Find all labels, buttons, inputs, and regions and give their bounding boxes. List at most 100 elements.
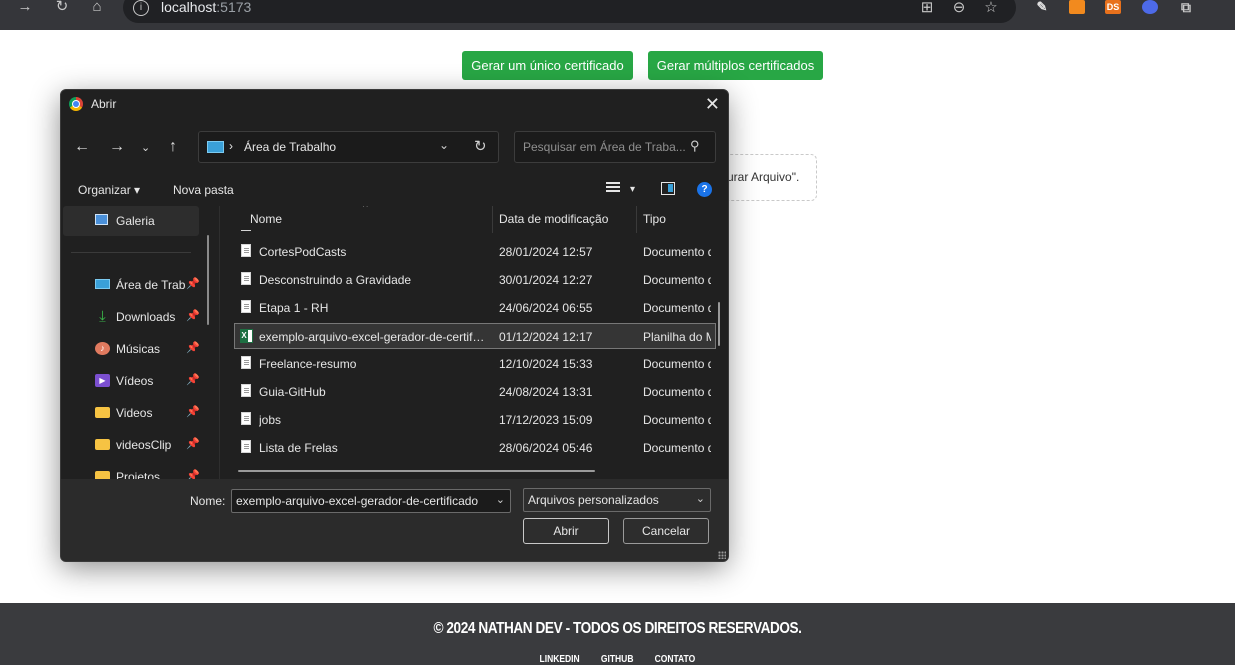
document-icon <box>241 272 251 285</box>
help-icon[interactable]: ? <box>697 182 712 197</box>
home-icon[interactable]: ⌂ <box>86 0 108 14</box>
sidebar-item-downloads[interactable]: ⤓ Downloads 📌 <box>63 302 200 332</box>
sidebar-item-label: Vídeos <box>116 374 154 388</box>
filename-label: Nome: <box>190 494 226 508</box>
document-icon <box>241 412 251 425</box>
reload-icon[interactable]: ↻ <box>51 0 73 14</box>
url-text[interactable]: localhost:5173 <box>161 0 251 15</box>
extensions-puzzle-icon[interactable]: ⧉ <box>1178 0 1194 14</box>
sidebar-item-projetos[interactable]: Projetos 📌 <box>63 462 200 479</box>
address-bar[interactable]: i localhost:5173 ⊞ ⊖ ☆ <box>123 0 1016 23</box>
view-options-icon[interactable] <box>606 182 620 194</box>
path-address-bar[interactable]: › Área de Trabalho ⌄ ↻ <box>198 131 499 163</box>
path-dropdown-icon[interactable]: ⌄ <box>439 138 449 152</box>
cancel-button[interactable]: Cancelar <box>623 518 709 544</box>
sidebar-scrollbar[interactable] <box>207 235 209 325</box>
footer-link-linkedin[interactable]: LINKEDIN <box>540 654 580 665</box>
dialog-title: Abrir <box>91 97 117 111</box>
column-separator[interactable] <box>636 206 637 233</box>
generate-single-button[interactable]: Gerar um único certificado <box>462 51 633 80</box>
document-icon <box>241 300 251 313</box>
column-header-type[interactable]: Tipo <box>643 212 666 239</box>
file-modified: 17/12/2023 15:09 <box>499 413 593 427</box>
chevron-down-icon[interactable]: ⌄ <box>696 492 705 505</box>
forward-icon[interactable]: → <box>14 0 36 14</box>
file-name: Guia-GitHub <box>259 385 326 399</box>
bookmark-star-icon[interactable]: ☆ <box>982 0 1000 16</box>
resize-grip-icon[interactable] <box>718 551 726 559</box>
search-icon[interactable]: ⚲ <box>690 138 700 154</box>
footer-link-contato[interactable]: CONTATO <box>654 654 695 665</box>
folder-icon <box>95 439 110 450</box>
preview-pane-icon[interactable] <box>661 182 675 195</box>
close-icon[interactable]: ✕ <box>705 94 720 115</box>
back-arrow-icon[interactable]: ← <box>74 138 90 156</box>
file-modified: 28/06/2024 05:46 <box>499 441 593 455</box>
file-type: Documento do Word <box>643 245 711 259</box>
ds-ext-icon[interactable]: DS <box>1105 0 1121 14</box>
chevron-down-icon[interactable]: ⌄ <box>496 493 505 506</box>
recent-locations-chevron-icon[interactable]: ⌄ <box>141 141 150 154</box>
search-input[interactable]: Pesquisar em Área de Traba... <box>523 140 686 154</box>
site-info-icon[interactable]: i <box>133 0 149 16</box>
sidebar-separator <box>71 252 191 253</box>
document-icon <box>241 384 251 397</box>
footer-link-github[interactable]: GITHUB <box>601 654 634 665</box>
sidebar-item-desktop[interactable]: Área de Trabalho 📌 <box>63 270 200 300</box>
file-modified: 24/06/2024 06:55 <box>499 301 593 315</box>
file-modified: 24/08/2024 13:31 <box>499 385 593 399</box>
file-row[interactable]: jobs 17/12/2023 15:09 Documento do Word <box>235 407 715 433</box>
file-row[interactable]: Guia-GitHub 24/08/2024 13:31 Documento d… <box>235 379 715 405</box>
file-row-selected[interactable]: exemplo-arquivo-excel-gerador-de-certifi… <box>234 323 716 349</box>
breadcrumb-chevron-icon[interactable]: › <box>229 139 233 153</box>
breadcrumb-current[interactable]: Área de Trabalho <box>244 140 336 154</box>
eyedropper-ext-icon[interactable]: ✎ <box>1034 0 1050 14</box>
forward-arrow-icon[interactable]: → <box>109 138 125 156</box>
pin-icon[interactable]: 📌 <box>186 469 200 479</box>
zoom-icon[interactable]: ⊖ <box>950 0 968 16</box>
pin-icon[interactable]: 📌 <box>186 405 200 418</box>
new-folder-button[interactable]: Nova pasta <box>173 183 234 197</box>
file-name: Etapa 1 - RH <box>259 301 329 315</box>
pin-icon[interactable]: 📌 <box>186 437 200 450</box>
filename-input[interactable]: exemplo-arquivo-excel-gerador-de-certifi… <box>231 489 511 513</box>
pin-icon[interactable]: 📌 <box>186 341 200 354</box>
file-name: jobs <box>259 413 282 427</box>
file-row[interactable]: CortesPodCasts 28/01/2024 12:57 Document… <box>235 239 715 265</box>
filetype-select[interactable]: Arquivos personalizados ⌄ <box>523 488 711 512</box>
pin-icon[interactable]: 📌 <box>186 277 200 290</box>
column-header-modified[interactable]: Data de modificação <box>499 212 608 239</box>
generate-multiple-button[interactable]: Gerar múltiplos certificados <box>648 51 823 80</box>
file-row[interactable]: Etapa 1 - RH 24/06/2024 06:55 Documento … <box>235 295 715 321</box>
column-header-name[interactable]: Nome <box>250 212 282 239</box>
organize-menu[interactable]: Organizar ▾ <box>78 183 140 197</box>
sidebar-item-videos[interactable]: ▶ Vídeos 📌 <box>63 366 200 396</box>
file-name: exemplo-arquivo-excel-gerador-de-certifi… <box>259 330 487 344</box>
file-row[interactable]: Lista de Frelas 28/06/2024 05:46 Documen… <box>235 435 715 461</box>
sidebar-item-musicas[interactable]: ♪ Músicas 📌 <box>63 334 200 364</box>
refresh-icon[interactable]: ↻ <box>474 137 487 155</box>
sidebar-item-videosclip[interactable]: videosClip 📌 <box>63 430 200 460</box>
file-list-vertical-scrollbar[interactable] <box>718 302 720 346</box>
file-row[interactable]: Freelance-resumo 12/10/2024 15:33 Docume… <box>235 351 715 377</box>
view-dropdown-icon[interactable]: ▾ <box>630 184 635 195</box>
sidebar-item-label: Músicas <box>116 342 161 356</box>
translate-icon[interactable]: ⊞ <box>918 0 936 16</box>
up-arrow-icon[interactable]: ↑ <box>169 138 177 156</box>
file-list-horizontal-scrollbar[interactable] <box>238 470 595 472</box>
column-separator[interactable] <box>492 206 493 233</box>
firefox-ext-icon[interactable] <box>1142 0 1158 14</box>
fox-ext-icon[interactable] <box>1069 0 1085 14</box>
dialog-titlebar: Abrir ✕ <box>61 90 728 120</box>
sidebar-item-galeria[interactable]: Galeria <box>63 206 199 236</box>
filename-value[interactable]: exemplo-arquivo-excel-gerador-de-certifi… <box>236 494 478 508</box>
dialog-command-bar: Organizar ▾ Nova pasta ▾ ? <box>61 176 728 204</box>
sidebar-item-videos-folder[interactable]: Videos 📌 <box>63 398 200 428</box>
open-button[interactable]: Abrir <box>523 518 609 544</box>
search-box[interactable]: Pesquisar em Área de Traba... ⚲ <box>514 131 716 163</box>
pin-icon[interactable]: 📌 <box>186 373 200 386</box>
file-modified: 01/12/2024 12:17 <box>499 330 593 344</box>
file-row[interactable]: Desconstruindo a Gravidade 30/01/2024 12… <box>235 267 715 293</box>
pin-icon[interactable]: 📌 <box>186 309 200 322</box>
browser-toolbar: → ↻ ⌂ i localhost:5173 ⊞ ⊖ ☆ ✎ DS ⧉ <box>0 0 1235 30</box>
